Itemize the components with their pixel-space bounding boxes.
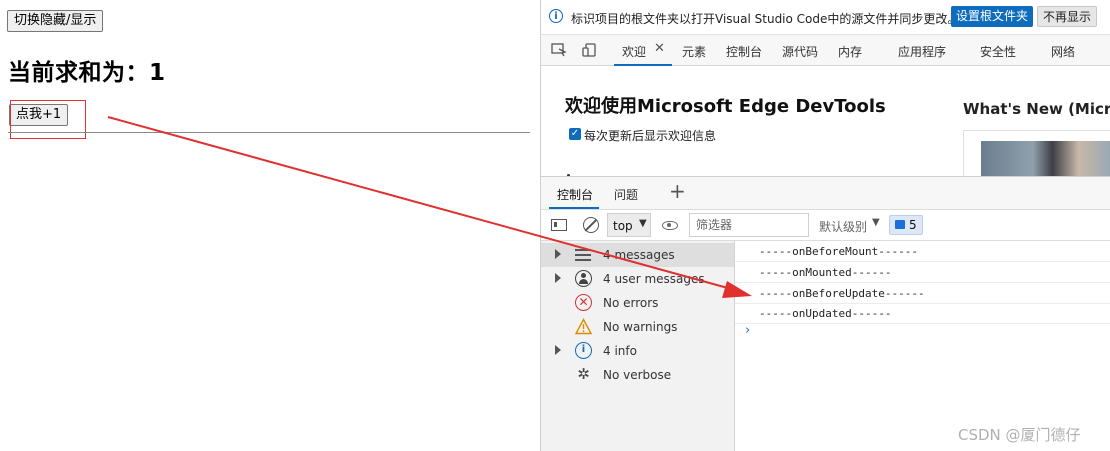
tab-welcome[interactable]: 欢迎 ✕ xyxy=(614,35,672,66)
tab-application[interactable]: 应用程序 xyxy=(898,43,946,60)
drawer-tab-console-label: 控制台 xyxy=(557,188,594,202)
devtools-panel: i 标识项目的根文件夹以打开Visual Studio Code中的源文件并同步… xyxy=(540,0,1110,451)
log-line: -----onUpdated------ xyxy=(735,303,1110,324)
filter-input[interactable] xyxy=(689,213,809,237)
set-root-folder-button[interactable]: 设置根文件夹 xyxy=(951,6,1034,27)
log-line: -----onBeforeUpdate------ xyxy=(735,283,1110,304)
message-icon xyxy=(895,220,905,229)
welcome-checkbox[interactable]: ✓ xyxy=(569,128,581,140)
caret-down-icon: ▼ xyxy=(872,217,880,228)
sidebar-item-messages[interactable]: 4 messages xyxy=(541,243,734,267)
log-text: -----onMounted------ xyxy=(759,266,892,279)
sidebar-item-label: No warnings xyxy=(603,320,678,334)
log-text: -----onUpdated------ xyxy=(759,307,892,320)
drawer-tab-issues[interactable]: 问题 xyxy=(614,186,638,203)
sidebar-item-warnings[interactable]: No warnings xyxy=(541,315,734,339)
whats-new-heading: What's New (Microsc xyxy=(963,100,1110,118)
log-line: -----onBeforeMount------ xyxy=(735,241,1110,262)
console-prompt-icon[interactable]: › xyxy=(745,323,750,338)
bug-icon: ✲ xyxy=(577,365,590,383)
sidebar-item-label: 4 messages xyxy=(603,248,675,262)
clear-console-icon[interactable] xyxy=(583,217,599,233)
device-emulation-icon[interactable] xyxy=(582,43,598,57)
welcome-title: 欢迎使用Microsoft Edge DevTools xyxy=(565,96,886,117)
sidebar-item-label: 4 info xyxy=(603,344,637,358)
app-page: 切换隐藏/显示 当前求和为：1 点我+1 xyxy=(0,0,540,451)
sidebar-item-label: No verbose xyxy=(603,368,672,382)
infobar: i 标识项目的根文件夹以打开Visual Studio Code中的源文件并同步… xyxy=(541,0,1110,34)
issues-badge[interactable]: 5 xyxy=(889,215,923,235)
devtools-main-tabs: 欢迎 ✕ 元素 控制台 源代码 内存 应用程序 安全性 网络 xyxy=(541,34,1110,66)
sidebar-item-label: 4 user messages xyxy=(603,272,705,286)
welcome-panel: 欢迎使用Microsoft Edge DevTools ✓ 每次更新后显示欢迎信… xyxy=(541,66,1110,176)
list-icon xyxy=(575,246,592,263)
context-selector[interactable]: top ▼ xyxy=(607,213,651,237)
issues-count: 5 xyxy=(909,218,917,232)
add-tab-icon[interactable]: + xyxy=(669,179,686,203)
drawer-tab-console[interactable]: 控制台 xyxy=(549,177,599,209)
divider xyxy=(8,132,530,133)
tab-sources[interactable]: 源代码 xyxy=(782,43,818,60)
infobar-message: 标识项目的根文件夹以打开Visual Studio Code中的源文件并同步更改… xyxy=(571,12,960,26)
close-tab-icon[interactable]: ✕ xyxy=(654,41,665,56)
tab-console[interactable]: 控制台 xyxy=(726,43,762,60)
user-icon xyxy=(575,270,592,287)
console-toolbar: top ▼ 默认级别 ▼ 5 xyxy=(541,209,1110,241)
watermark: CSDN @厦门德仔 xyxy=(958,426,1081,444)
sidebar-item-label: No errors xyxy=(603,296,659,310)
console-sidebar: 4 messages 4 user messages ✕ No errors N… xyxy=(541,241,735,451)
live-expression-icon[interactable] xyxy=(662,221,678,230)
news-card[interactable] xyxy=(963,130,1110,176)
inspect-element-icon[interactable] xyxy=(551,43,567,57)
log-text: -----onBeforeUpdate------ xyxy=(759,287,925,300)
log-text: -----onBeforeMount------ xyxy=(759,245,918,258)
error-icon: ✕ xyxy=(575,294,592,311)
sum-heading: 当前求和为：1 xyxy=(8,60,166,86)
sidebar-item-user-messages[interactable]: 4 user messages xyxy=(541,267,734,291)
sidebar-toggle-icon[interactable] xyxy=(551,219,567,231)
tab-memory[interactable]: 内存 xyxy=(838,43,862,60)
tab-network[interactable]: 网络 xyxy=(1051,43,1075,60)
expand-arrow-icon[interactable] xyxy=(555,273,561,283)
info-icon: i xyxy=(549,9,563,23)
expand-arrow-icon[interactable] xyxy=(555,249,561,259)
console-output: -----onBeforeMount------ -----onMounted-… xyxy=(735,241,1110,451)
sidebar-item-info[interactable]: i 4 info xyxy=(541,339,734,363)
annotation-highlight-box xyxy=(10,100,86,139)
sidebar-item-errors[interactable]: ✕ No errors xyxy=(541,291,734,315)
sidebar-item-verbose[interactable]: ✲ No verbose xyxy=(541,363,734,387)
drawer-tabs: 控制台 问题 + xyxy=(541,176,1110,209)
info-icon: i xyxy=(575,342,592,359)
log-levels-dropdown[interactable]: 默认级别 xyxy=(819,218,867,235)
toggle-visibility-button[interactable]: 切换隐藏/显示 xyxy=(7,10,104,32)
news-thumbnail xyxy=(981,141,1110,176)
context-label: top xyxy=(613,219,633,233)
warning-icon xyxy=(575,318,592,335)
expand-arrow-icon[interactable] xyxy=(555,345,561,355)
dont-show-again-button[interactable]: 不再显示 xyxy=(1037,6,1098,27)
tab-elements[interactable]: 元素 xyxy=(682,43,706,60)
tab-security[interactable]: 安全性 xyxy=(980,43,1016,60)
tab-welcome-label: 欢迎 xyxy=(622,45,647,59)
log-line: -----onMounted------ xyxy=(735,262,1110,283)
caret-down-icon: ▼ xyxy=(639,218,647,229)
welcome-checkbox-label: 每次更新后显示欢迎信息 xyxy=(584,129,717,143)
